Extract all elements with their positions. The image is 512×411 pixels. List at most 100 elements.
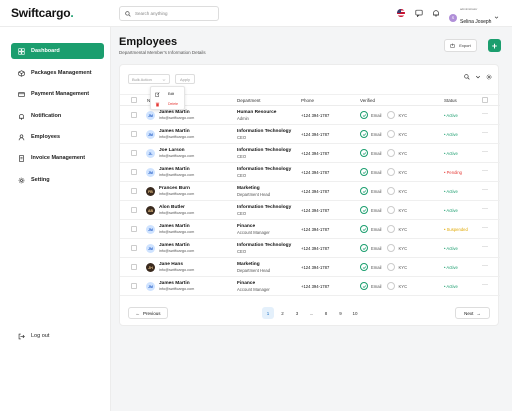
employee-phone: +124 394-1787 bbox=[301, 227, 330, 232]
row-checkbox[interactable] bbox=[131, 226, 137, 232]
previous-label: Previous bbox=[142, 310, 161, 316]
sidebar-item-employees[interactable]: Employees bbox=[11, 129, 104, 145]
row-checkbox[interactable] bbox=[131, 131, 137, 137]
employee-position: Department Head bbox=[237, 192, 271, 197]
next-button[interactable]: Next → bbox=[455, 307, 490, 319]
message-icon[interactable] bbox=[415, 9, 423, 17]
more-options-icon[interactable]: ··· bbox=[482, 225, 488, 231]
gear-icon[interactable] bbox=[486, 74, 492, 80]
table-row[interactable]: FB Frances Burn info@swiftcargo.com Marketi… bbox=[120, 182, 500, 201]
row-checkbox[interactable] bbox=[131, 169, 137, 175]
status-badge: • Active bbox=[444, 284, 458, 289]
search-icon[interactable] bbox=[464, 74, 470, 80]
verification: Email KYC bbox=[360, 168, 407, 176]
previous-button[interactable]: ← Previous bbox=[128, 307, 168, 319]
add-employee-button[interactable]: + bbox=[488, 39, 501, 52]
column-header-verified[interactable]: Verified bbox=[360, 98, 375, 103]
page-number[interactable]: 1 bbox=[262, 307, 274, 319]
export-button[interactable]: Export bbox=[444, 39, 477, 52]
more-options-icon[interactable]: ··· bbox=[482, 206, 488, 212]
page-number[interactable]: 2 bbox=[277, 307, 289, 319]
more-options-icon[interactable]: ··· bbox=[482, 187, 488, 193]
status-text: Active bbox=[446, 265, 458, 270]
more-options-icon[interactable]: ··· bbox=[482, 244, 488, 250]
search-input[interactable]: Search anything bbox=[119, 6, 219, 21]
user-menu[interactable]: S administrator Selina Joseph bbox=[449, 8, 499, 27]
verification: Email KYC bbox=[360, 187, 407, 195]
table-row[interactable]: JM James Martin info@swiftcargo.com Informa… bbox=[120, 125, 500, 144]
page-number[interactable]: 3 bbox=[291, 307, 303, 319]
select-all-checkbox[interactable] bbox=[131, 97, 137, 103]
circle-icon bbox=[387, 206, 396, 214]
status-text: Active bbox=[446, 151, 458, 156]
table-row[interactable]: JL Joe Larson info@swiftcargo.com Informati… bbox=[120, 144, 500, 163]
employee-name: Frances Burn bbox=[159, 186, 190, 191]
status-text: Active bbox=[446, 246, 458, 251]
chevron-down-icon[interactable] bbox=[475, 74, 481, 80]
avatar-initials: JM bbox=[148, 170, 153, 175]
row-checkbox[interactable] bbox=[131, 150, 137, 156]
table-row[interactable]: JM James Martin info@swiftcargo.com Informa… bbox=[120, 163, 500, 182]
column-settings-button[interactable] bbox=[482, 97, 488, 103]
avatar: FB bbox=[146, 187, 155, 196]
table-row[interactable]: JM James Martin info@swiftcargo.com Informa… bbox=[120, 239, 500, 258]
bulk-action-select[interactable]: Bulk Action bbox=[128, 74, 170, 84]
employee-name: James Martin bbox=[159, 167, 190, 172]
menu-item-edit[interactable]: Edit bbox=[155, 90, 174, 98]
more-options-icon[interactable]: ··· bbox=[482, 130, 488, 136]
check-circle-icon bbox=[360, 149, 368, 157]
row-checkbox[interactable] bbox=[131, 207, 137, 213]
column-header-status[interactable]: Status bbox=[444, 98, 457, 103]
sidebar-item-setting[interactable]: Setting bbox=[11, 172, 104, 188]
page-subtitle: Departmental Member's Information Detail… bbox=[119, 50, 206, 55]
menu-item-delete[interactable]: Delete bbox=[155, 100, 178, 108]
row-checkbox[interactable] bbox=[131, 264, 137, 270]
chevron-down-icon bbox=[162, 79, 166, 81]
employee-email: info@swiftcargo.com bbox=[159, 154, 195, 158]
more-options-icon[interactable]: ··· bbox=[482, 149, 488, 155]
sidebar-item-label: Employees bbox=[31, 134, 61, 140]
page-number[interactable]: 10 bbox=[349, 307, 361, 319]
logout-icon bbox=[18, 333, 25, 339]
page-number[interactable]: 8 bbox=[320, 307, 332, 319]
row-checkbox[interactable] bbox=[131, 112, 137, 118]
row-checkbox[interactable] bbox=[131, 283, 137, 289]
avatar: JH bbox=[146, 263, 155, 272]
bell-icon bbox=[19, 113, 24, 120]
row-checkbox[interactable] bbox=[131, 188, 137, 194]
table-row[interactable]: AB Alon Butler info@swiftcargo.com Informat… bbox=[120, 201, 500, 220]
column-header-phone[interactable]: Phone bbox=[301, 98, 314, 103]
table-row[interactable]: JM James Martin info@swiftcargo.com Finance… bbox=[120, 220, 500, 239]
employee-phone: +124 394-1787 bbox=[301, 284, 330, 289]
card-icon bbox=[18, 91, 25, 97]
app-logo[interactable]: Swiftcargo. bbox=[11, 6, 74, 20]
sidebar-item-payments[interactable]: Payment Management bbox=[11, 86, 104, 102]
employee-email: info@swiftcargo.com bbox=[159, 249, 195, 253]
circle-icon bbox=[387, 263, 396, 271]
table-row[interactable]: JH Jane Hans info@swiftcargo.com Marketing D… bbox=[120, 258, 500, 277]
employee-name: James Martin bbox=[159, 110, 190, 115]
more-options-icon[interactable]: ··· bbox=[482, 263, 488, 269]
sidebar-item-notification[interactable]: Notification bbox=[11, 108, 104, 124]
sidebar-item-dashboard[interactable]: Dashboard bbox=[11, 43, 104, 59]
page-number[interactable]: 9 bbox=[335, 307, 347, 319]
more-options-icon[interactable]: ··· bbox=[482, 111, 488, 117]
sidebar-item-invoices[interactable]: Invoice Management bbox=[11, 150, 104, 166]
status-badge: • Suspended bbox=[444, 227, 468, 232]
more-options-icon[interactable]: ··· bbox=[482, 282, 488, 288]
sidebar-item-packages[interactable]: Packages Management bbox=[11, 65, 104, 81]
logout-button[interactable]: Log out bbox=[11, 328, 104, 344]
column-header-department[interactable]: Department bbox=[237, 98, 261, 103]
table-row[interactable]: JM James Martin info@swiftcargo.com Finance… bbox=[120, 277, 500, 296]
us-flag-icon[interactable] bbox=[397, 9, 405, 17]
apply-button[interactable]: Apply bbox=[175, 74, 195, 84]
bell-icon[interactable] bbox=[432, 9, 440, 17]
check-circle-icon bbox=[360, 225, 368, 233]
row-checkbox[interactable] bbox=[131, 245, 137, 251]
bulk-action-label: Bulk Action bbox=[132, 76, 152, 82]
status-badge: • Active bbox=[444, 265, 458, 270]
employee-email: info@swiftcargo.com bbox=[159, 116, 195, 120]
more-options-icon[interactable]: ··· bbox=[482, 168, 488, 174]
dashboard-icon bbox=[18, 47, 25, 55]
verification: Email KYC bbox=[360, 111, 407, 119]
